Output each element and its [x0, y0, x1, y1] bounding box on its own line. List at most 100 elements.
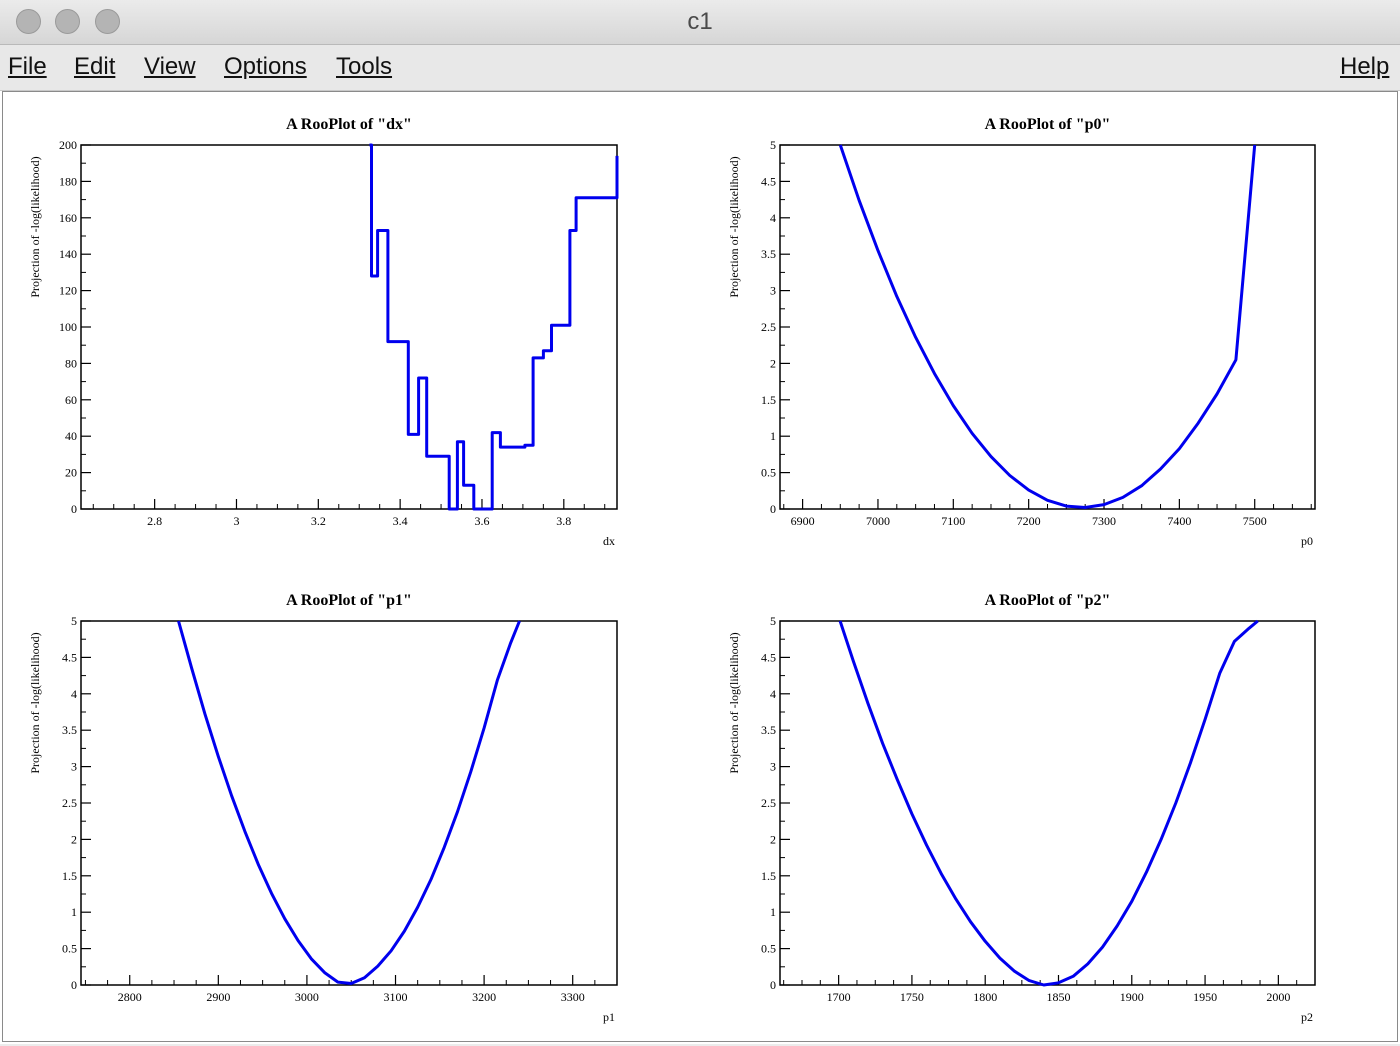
y-tick-label: 2.5: [62, 796, 77, 810]
x-tick-label: 1800: [973, 990, 997, 1004]
plot-frame: [80, 620, 618, 986]
x-tick-label: 7100: [941, 514, 965, 528]
x-tick-label: 1750: [900, 990, 924, 1004]
title-bar: c1: [0, 0, 1400, 45]
y-axis-label: Projection of -log(likelihood): [28, 632, 42, 773]
menu-tools[interactable]: Tools: [336, 53, 392, 81]
y-tick-label: 1: [71, 905, 77, 919]
y-tick-label: 4.5: [761, 174, 776, 188]
x-axis-label: p0: [1301, 534, 1313, 548]
y-axis-label: Projection of -log(likelihood): [28, 156, 42, 297]
x-tick-label: 3.2: [311, 514, 326, 528]
x-tick-label: 6900: [791, 514, 815, 528]
x-tick-label: 1950: [1193, 990, 1217, 1004]
y-tick-label: 4: [71, 687, 77, 701]
x-tick-label: 1850: [1046, 990, 1070, 1004]
y-tick-label: 0.5: [761, 466, 776, 480]
menu-file[interactable]: File: [8, 53, 47, 81]
y-tick-label: 0: [770, 978, 776, 992]
x-tick-label: 3200: [472, 990, 496, 1004]
app-window: c1 File Edit View Options Tools Help A R…: [0, 0, 1400, 1044]
y-tick-label: 3: [770, 760, 776, 774]
x-tick-label: 2.8: [147, 514, 162, 528]
y-axis-label: Projection of -log(likelihood): [727, 156, 741, 297]
y-tick-label: 60: [65, 393, 77, 407]
x-tick-label: 3.8: [556, 514, 571, 528]
y-tick-label: 5: [770, 614, 776, 628]
x-tick-label: 3100: [384, 990, 408, 1004]
y-tick-label: 3: [71, 760, 77, 774]
menu-help[interactable]: Help: [1340, 53, 1389, 81]
y-tick-label: 2: [71, 832, 77, 846]
x-tick-label: 3.6: [474, 514, 489, 528]
x-tick-label: 2800: [118, 990, 142, 1004]
x-tick-label: 7000: [866, 514, 890, 528]
menu-options-label: Options: [224, 53, 307, 80]
series-line: [177, 620, 521, 985]
y-tick-label: 4.5: [62, 650, 77, 664]
y-tick-label: 5: [770, 138, 776, 152]
y-tick-label: 3: [770, 284, 776, 298]
y-tick-label: 80: [65, 356, 77, 370]
y-axis-label: Projection of -log(likelihood): [727, 632, 741, 773]
series-line: [838, 619, 1259, 987]
x-tick-label: 3.4: [393, 514, 408, 528]
plots-svg: A RooPlot of "dx"02040608010012014016018…: [28, 116, 1316, 1024]
y-tick-label: 4.5: [761, 650, 776, 664]
y-tick-label: 40: [65, 429, 77, 443]
menu-bar: File Edit View Options Tools Help: [0, 45, 1400, 91]
x-tick-label: 3000: [295, 990, 319, 1004]
y-tick-label: 0.5: [62, 942, 77, 956]
y-tick-label: 20: [65, 466, 77, 480]
x-axis-label: p2: [1301, 1010, 1313, 1024]
y-tick-label: 200: [59, 138, 77, 152]
plot-title: A RooPlot of "dx": [286, 116, 412, 133]
y-tick-label: 4: [770, 211, 776, 225]
y-tick-label: 1: [770, 905, 776, 919]
x-axis-label: dx: [603, 534, 615, 548]
y-tick-label: 4: [770, 687, 776, 701]
y-tick-label: 3.5: [761, 723, 776, 737]
plot-canvas[interactable]: A RooPlot of "dx" 0 20 40 60 80 100 120 140 160 18…: [2, 91, 1398, 1042]
plot-title: A RooPlot of "p2": [985, 592, 1111, 609]
x-tick-label: 2900: [206, 990, 230, 1004]
x-axis-label: p1: [603, 1010, 615, 1024]
y-tick-label: 160: [59, 211, 77, 225]
menu-help-label: Help: [1340, 53, 1390, 80]
y-tick-label: 5: [71, 614, 77, 628]
plot-title: A RooPlot of "p0": [985, 116, 1111, 133]
y-tick-label: 1.5: [761, 869, 776, 883]
y-tick-label: 2.5: [761, 320, 776, 334]
x-tick-label: 7200: [1017, 514, 1041, 528]
series-line: [838, 144, 1257, 509]
y-tick-label: 1.5: [62, 869, 77, 883]
x-tick-label: 7400: [1167, 514, 1191, 528]
menu-options[interactable]: Options: [224, 53, 307, 81]
x-tick-label: 1900: [1120, 990, 1144, 1004]
menu-view-label: View: [144, 53, 196, 80]
y-tick-label: 3.5: [761, 247, 776, 261]
menu-edit[interactable]: Edit: [74, 53, 115, 81]
x-tick-label: 7300: [1092, 514, 1116, 528]
y-tick-label: 0: [71, 502, 77, 516]
y-tick-label: 3.5: [62, 723, 77, 737]
x-tick-label: 3300: [561, 990, 585, 1004]
plot-title: A RooPlot of "p1": [286, 592, 412, 609]
y-tick-label: 100: [59, 320, 77, 334]
series-line: [369, 143, 619, 511]
menu-edit-label: Edit: [74, 53, 116, 80]
y-tick-label: 1.5: [761, 393, 776, 407]
menu-tools-label: Tools: [336, 53, 393, 80]
y-tick-label: 2: [770, 356, 776, 370]
y-tick-label: 0: [770, 502, 776, 516]
menu-view[interactable]: View: [144, 53, 196, 81]
y-tick-label: 140: [59, 247, 77, 261]
x-tick-label: 3: [233, 514, 239, 528]
y-tick-label: 180: [59, 174, 77, 188]
y-tick-label: 2: [770, 832, 776, 846]
plot-frame: [779, 620, 1316, 986]
y-tick-label: 0: [71, 978, 77, 992]
plot-frame: [80, 144, 618, 510]
y-tick-label: 120: [59, 284, 77, 298]
menu-file-label: File: [8, 53, 47, 80]
